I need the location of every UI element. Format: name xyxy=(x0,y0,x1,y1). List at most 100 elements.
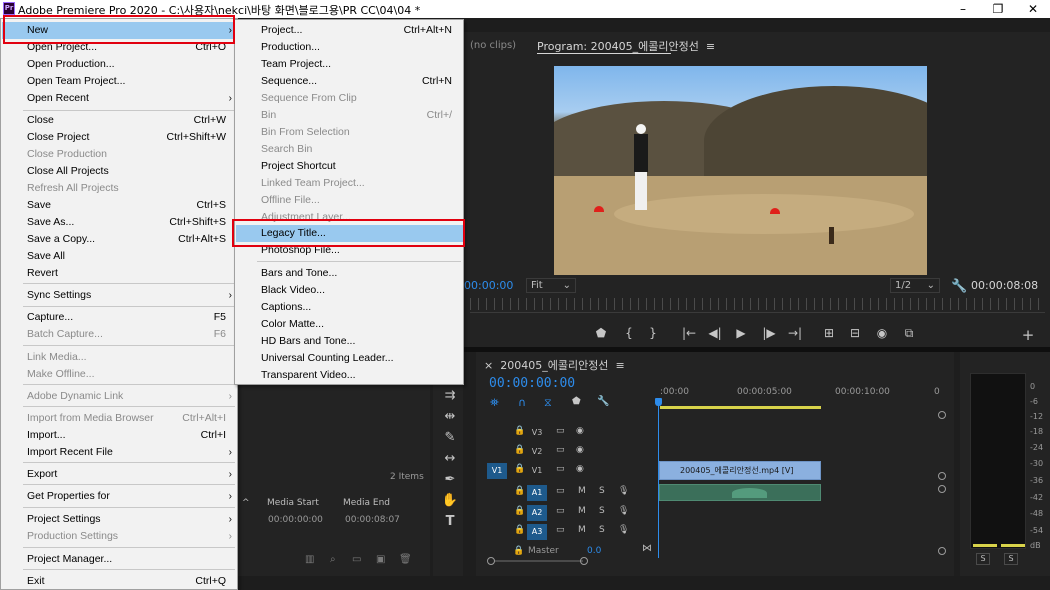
microphone-icon[interactable]: 🎙 xyxy=(618,525,629,535)
solo-button[interactable]: S xyxy=(599,506,605,516)
file-menu-item-open-team-project[interactable]: Open Team Project... xyxy=(2,73,238,90)
master-volume-value[interactable]: 0.0 xyxy=(587,546,601,556)
file-menu-item-project-manager[interactable]: Project Manager... xyxy=(2,551,238,568)
nest-toggle-icon[interactable]: ⛯ xyxy=(490,396,499,410)
timeline-menu-icon[interactable]: ≡ xyxy=(615,359,624,372)
file-menu-item-import-recent-file[interactable]: Import Recent File › xyxy=(2,444,238,461)
track-select-tool-icon[interactable]: ⇉ xyxy=(441,388,459,403)
new-submenu-item-hd-bars-and-tone[interactable]: HD Bars and Tone... xyxy=(236,333,464,350)
sync-lock-icon[interactable]: ▭ xyxy=(556,525,565,535)
program-monitor-tab[interactable]: Program: 200405_에콜리안정선 ≡ xyxy=(537,38,715,54)
new-submenu-item-captions[interactable]: Captions... xyxy=(236,299,464,316)
sync-lock-icon[interactable]: ▭ xyxy=(556,486,565,496)
solo-button[interactable]: S xyxy=(599,486,605,496)
extract-button[interactable]: ⊟ xyxy=(846,326,864,340)
new-item-icon[interactable]: ▣ xyxy=(376,554,385,565)
program-time-ruler[interactable] xyxy=(470,298,1045,310)
find-icon[interactable]: ⌕ xyxy=(330,554,336,565)
zoom-scroll-handle[interactable] xyxy=(580,557,588,565)
file-menu-item-export[interactable]: Export › xyxy=(2,466,238,483)
master-lock-icon[interactable]: 🔒 xyxy=(513,546,524,556)
lock-icon[interactable]: 🔒 xyxy=(514,426,525,436)
new-submenu-item-production[interactable]: Production... xyxy=(236,39,464,56)
microphone-icon[interactable]: 🎙 xyxy=(618,506,629,516)
new-submenu-item-sequence[interactable]: Sequence... Ctrl+N xyxy=(236,73,464,90)
timeline-close-icon[interactable]: × xyxy=(484,359,493,372)
mark-in-button[interactable]: { xyxy=(620,326,638,340)
track-target-v1[interactable]: V1 xyxy=(527,463,547,479)
file-menu-item-save-all[interactable]: Save All xyxy=(2,248,238,265)
column-media-start[interactable]: Media Start xyxy=(267,498,319,508)
type-tool-icon[interactable]: T xyxy=(441,514,459,529)
step-back-button[interactable]: ◀| xyxy=(706,326,724,340)
file-menu-item-revert[interactable]: Revert xyxy=(2,265,238,282)
sort-caret-icon[interactable]: ^ xyxy=(242,498,250,508)
scroll-handle[interactable] xyxy=(938,472,946,480)
timeline-settings-wrench-icon[interactable]: 🔧 xyxy=(597,396,609,407)
file-menu-item-sync-settings[interactable]: Sync Settings › xyxy=(2,287,238,304)
pen-tool-icon[interactable]: ✒ xyxy=(441,472,459,487)
sync-lock-icon[interactable]: ▭ xyxy=(556,506,565,516)
file-menu-item-capture[interactable]: Capture... F5 xyxy=(2,309,238,326)
step-forward-button[interactable]: |▶ xyxy=(760,326,778,340)
eye-icon[interactable]: ◉ xyxy=(576,445,584,455)
clear-trash-icon[interactable]: 🗑 xyxy=(399,554,412,565)
audio-clip[interactable] xyxy=(659,484,821,501)
compare-view-button[interactable]: ⧉ xyxy=(900,326,918,341)
linked-selection-icon[interactable]: ⧖ xyxy=(544,396,552,410)
track-height-toggle-icon[interactable]: ⋈ xyxy=(642,543,652,554)
button-editor-add-icon[interactable]: + xyxy=(1019,326,1037,344)
add-marker-button[interactable]: ⬟ xyxy=(592,326,610,340)
microphone-icon[interactable]: 🎙 xyxy=(618,486,629,496)
file-menu-item-get-properties-for[interactable]: Get Properties for › xyxy=(2,488,238,505)
sync-lock-icon[interactable]: ▭ xyxy=(556,426,565,436)
new-submenu-item-color-matte[interactable]: Color Matte... xyxy=(236,316,464,333)
new-submenu-item-team-project[interactable]: Team Project... xyxy=(236,56,464,73)
close-window-button[interactable]: ✕ xyxy=(1018,1,1048,17)
file-menu-item-exit[interactable]: Exit Ctrl+Q xyxy=(2,573,238,590)
solo-button[interactable]: S xyxy=(599,525,605,535)
track-target-a2[interactable]: A2 xyxy=(527,505,547,521)
new-submenu-item-universal-counting-leader[interactable]: Universal Counting Leader... xyxy=(236,350,464,367)
lock-icon[interactable]: 🔒 xyxy=(514,445,525,455)
eye-icon[interactable]: ◉ xyxy=(576,426,584,436)
program-timecode-current[interactable]: 00:00:00 xyxy=(464,279,513,292)
track-target-v2[interactable]: V2 xyxy=(527,444,547,460)
track-target-a3[interactable]: A3 xyxy=(527,524,547,540)
timeline-timecode[interactable]: 00:00:00:00 xyxy=(489,376,575,391)
mute-button[interactable]: M xyxy=(578,486,586,496)
lift-button[interactable]: ⊞ xyxy=(820,326,838,340)
sync-lock-icon[interactable]: ▭ xyxy=(556,445,565,455)
export-frame-camera-icon[interactable]: ◉ xyxy=(873,326,891,340)
work-area-bar[interactable] xyxy=(660,406,821,409)
razor-tool-icon[interactable]: ✎ xyxy=(441,430,459,445)
program-tab-menu-icon[interactable]: ≡ xyxy=(706,40,715,53)
zoom-scroll-handle[interactable] xyxy=(487,557,495,565)
source-patch-v1[interactable]: V1 xyxy=(487,463,507,479)
track-target-v3[interactable]: V3 xyxy=(527,425,547,441)
solo-right-button[interactable]: S xyxy=(1004,553,1018,565)
timeline-tab[interactable]: × 200405_에콜리안정선 ≡ xyxy=(484,357,625,373)
file-menu-item-save-as[interactable]: Save As... Ctrl+Shift+S xyxy=(2,214,238,231)
scroll-handle[interactable] xyxy=(938,547,946,555)
snap-magnet-icon[interactable]: ∩ xyxy=(518,396,526,409)
file-menu-item-close[interactable]: Close Ctrl+W xyxy=(2,112,238,129)
ripple-edit-tool-icon[interactable]: ⇹ xyxy=(441,409,459,424)
new-bin-icon[interactable]: ▭ xyxy=(352,554,361,565)
lock-icon[interactable]: 🔒 xyxy=(514,525,525,535)
automate-to-sequence-icon[interactable]: ▥ xyxy=(305,554,314,565)
add-marker-icon[interactable]: ⬟ xyxy=(572,396,581,407)
video-clip[interactable]: 200405_에콜리안정선.mp4 [V] xyxy=(659,461,821,480)
lock-icon[interactable]: 🔒 xyxy=(514,486,525,496)
minimize-button[interactable]: – xyxy=(948,1,978,17)
lock-icon[interactable]: 🔒 xyxy=(514,464,525,474)
file-menu-item-project-settings[interactable]: Project Settings › xyxy=(2,511,238,528)
new-submenu-item-transparent-video[interactable]: Transparent Video... xyxy=(236,367,464,384)
solo-left-button[interactable]: S xyxy=(976,553,990,565)
new-submenu-item-project-shortcut[interactable]: Project Shortcut xyxy=(236,158,464,175)
file-menu-item-open-production[interactable]: Open Production... xyxy=(2,56,238,73)
file-menu-item-save-a-copy[interactable]: Save a Copy... Ctrl+Alt+S xyxy=(2,231,238,248)
file-menu-item-import[interactable]: Import... Ctrl+I xyxy=(2,427,238,444)
eye-icon[interactable]: ◉ xyxy=(576,464,584,474)
file-menu-item-save[interactable]: Save Ctrl+S xyxy=(2,197,238,214)
